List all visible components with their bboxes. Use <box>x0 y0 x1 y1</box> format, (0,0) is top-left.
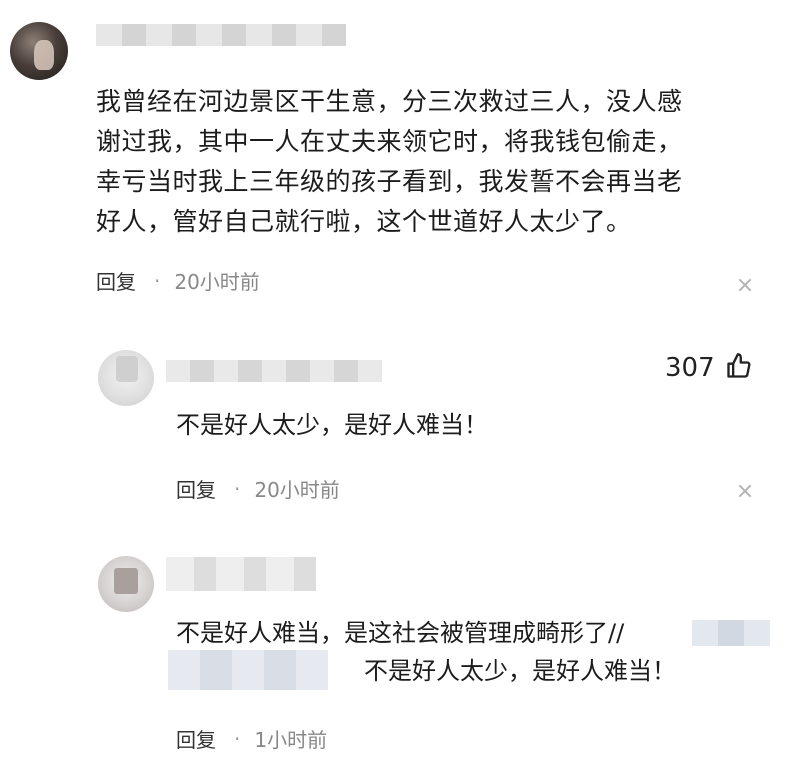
username-blurred <box>166 557 316 591</box>
reply-text: 不是好人难当，是这社会被管理成畸形了// <box>176 619 625 647</box>
separator-dot: · <box>234 726 241 751</box>
quoted-username-blurred <box>692 620 770 646</box>
reply-button[interactable]: 回复 <box>176 724 216 753</box>
reply-button[interactable]: 回复 <box>96 266 136 295</box>
reply-text: 不是好人太少，是好人难当！ <box>176 411 488 439</box>
avatar[interactable] <box>10 22 68 80</box>
separator-dot: · <box>154 268 161 293</box>
thumbs-up-icon <box>725 352 753 384</box>
quoted-username-blurred <box>168 650 328 690</box>
separator-dot: · <box>234 476 241 501</box>
close-icon[interactable] <box>738 484 752 498</box>
comment-meta: 回复 · 20小时前 <box>96 266 260 295</box>
reply-button[interactable]: 回复 <box>176 474 216 503</box>
like-button[interactable]: 307 <box>665 352 753 384</box>
comment-text: 我曾经在河边景区干生意，分三次救过三人，没人感 谢过我，其中一人在丈夫来领它时，… <box>96 82 756 242</box>
comment-line: 幸亏当时我上三年级的孩子看到，我发誓不会再当老 <box>96 167 683 196</box>
avatar[interactable] <box>98 350 154 406</box>
close-icon[interactable] <box>738 278 752 292</box>
quoted-reply-text: 不是好人太少，是好人难当！ <box>364 657 676 685</box>
timestamp: 20小时前 <box>174 270 260 294</box>
reply-meta: 回复 · 20小时前 <box>176 474 340 503</box>
like-count: 307 <box>665 353 715 383</box>
comment-line: 谢过我，其中一人在丈夫来领它时，将我钱包偷走， <box>96 127 683 156</box>
username-blurred <box>166 360 382 382</box>
reply-meta: 回复 · 1小时前 <box>176 724 327 753</box>
avatar[interactable] <box>98 556 154 612</box>
timestamp: 20小时前 <box>254 478 340 502</box>
comment-line: 我曾经在河边景区干生意，分三次救过三人，没人感 <box>96 87 683 116</box>
timestamp: 1小时前 <box>254 728 328 752</box>
comment-line: 好人，管好自己就行啦，这个世道好人太少了。 <box>96 207 632 236</box>
username-blurred <box>96 24 346 46</box>
